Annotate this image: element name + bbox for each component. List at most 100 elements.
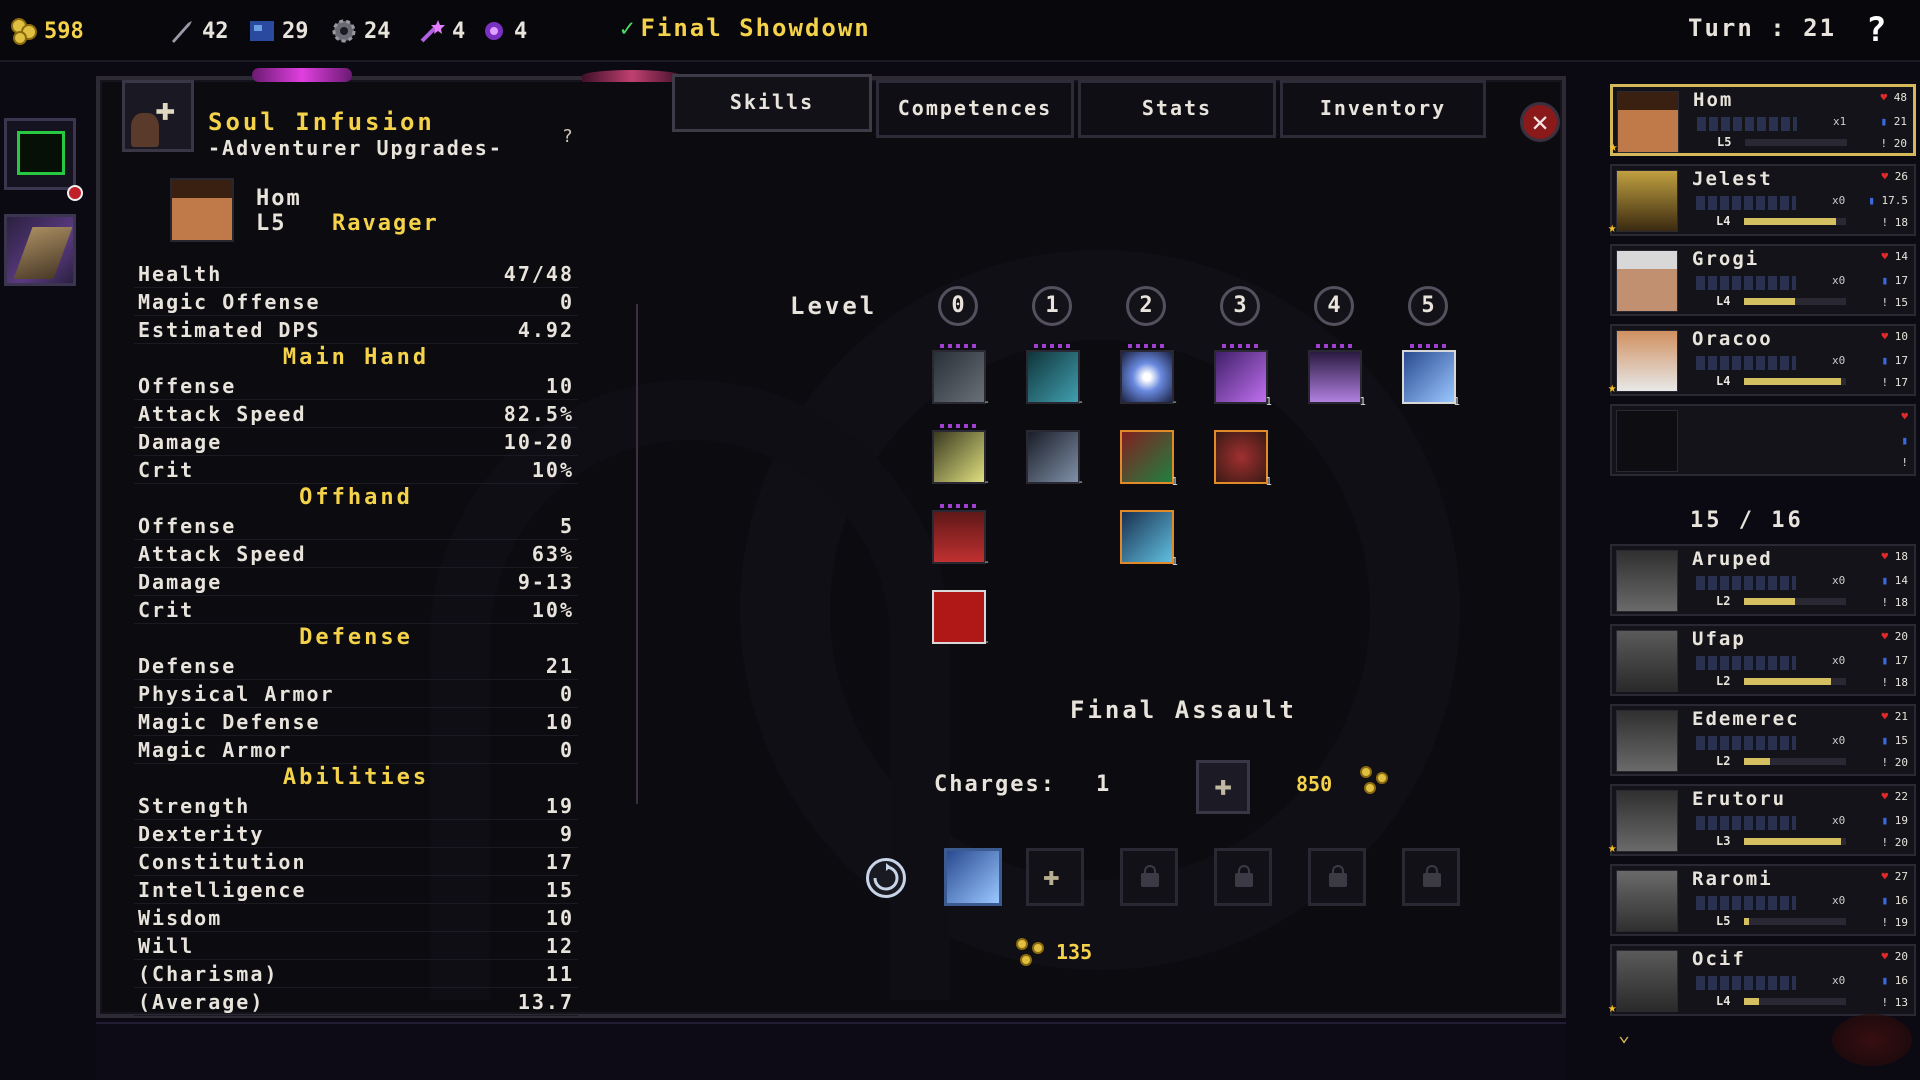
skill-count: 1 [1265, 475, 1272, 488]
party-member-card[interactable]: Oracoo x0 L4 10 17 17 ★ [1608, 324, 1916, 396]
kill-count: x0 [1832, 654, 1846, 667]
buy-charge-button[interactable]: ✚ [1196, 760, 1250, 814]
reserve-member-card[interactable]: Ocif x0 L4 20 16 13 ★ [1608, 944, 1916, 1016]
stat-row: Health 47/48 [134, 260, 578, 288]
stat-label: Intelligence [138, 877, 307, 902]
slot-cost: 135 [1056, 940, 1093, 964]
member-defense: 17.5 [1868, 194, 1909, 207]
selected-skill-name: Final Assault [1070, 696, 1297, 724]
member-hp: 21 [1882, 710, 1908, 723]
member-name: Ufap [1692, 628, 1746, 650]
info-marker[interactable]: ? [562, 126, 573, 147]
rank-dots [940, 504, 980, 508]
health-segments [1696, 976, 1796, 990]
triple-blade-skill-icon[interactable]: - [932, 344, 990, 408]
stat-value: 10-20 [503, 429, 574, 454]
skill-count: - [983, 555, 990, 568]
xp-bar [1744, 598, 1846, 605]
reserve-member-card[interactable]: Erutoru x0 L3 22 19 20 ★ [1608, 784, 1916, 856]
stat-value: 9-13 [517, 569, 574, 594]
tab-competences[interactable]: Competences [876, 80, 1074, 138]
stat-row: Strength 19 [134, 792, 578, 820]
empty-party-slot[interactable] [1610, 404, 1916, 476]
health-segments [1696, 356, 1796, 370]
slash-skill-icon[interactable]: - [1026, 344, 1084, 408]
resource-value: 29 [282, 18, 309, 44]
level-1-marker: 1 [1032, 286, 1072, 326]
reserve-member-card[interactable]: Raromi x0 L5 27 16 19 [1610, 864, 1916, 936]
top-resource-bar: 598 42 29 24 4 4 ✓ Final Showdown Turn : … [0, 0, 1920, 62]
xp-bar [1744, 298, 1846, 305]
stat-label: Crit [138, 457, 195, 482]
current-quest[interactable]: ✓ Final Showdown [620, 14, 871, 42]
member-hp: 20 [1882, 950, 1908, 963]
star-icon: ★ [1608, 380, 1617, 396]
stat-label: Strength [138, 793, 251, 818]
skill-count: - [1171, 395, 1178, 408]
stat-value: 21 [545, 653, 574, 678]
close-button[interactable]: ✕ [1520, 102, 1560, 142]
panel-title: Soul Infusion [208, 108, 435, 136]
locked-slot[interactable] [1120, 848, 1178, 906]
stat-value: 12 [545, 933, 574, 958]
quick-slot-weapon[interactable] [4, 214, 76, 286]
health-segments [1696, 656, 1796, 670]
resource-value: 4 [514, 18, 528, 44]
crossed-blades-skill-icon[interactable]: 1 [1402, 344, 1460, 408]
party-member-card[interactable]: Hom x1 L5 48 21 20 ★ [1609, 84, 1916, 156]
stat-value: 19 [545, 793, 574, 818]
plus-icon: ✚ [1213, 768, 1233, 803]
arrow-swap-skill-icon[interactable]: - [932, 424, 990, 488]
resource-counter: 24 [330, 14, 391, 48]
red-banner-skill-icon[interactable]: - [932, 590, 990, 648]
rank-dots [1222, 344, 1262, 348]
holy-sword-skill-icon[interactable]: 1 [1308, 344, 1366, 408]
member-name: Ocif [1692, 948, 1746, 970]
skill-count: 1 [1171, 555, 1178, 568]
kill-count: x0 [1832, 354, 1846, 367]
help-button[interactable]: ? [1866, 10, 1886, 50]
reserve-member-card[interactable]: Ufap x0 L2 20 17 18 [1610, 624, 1916, 696]
thin-slash-skill-icon[interactable]: - [1026, 430, 1084, 488]
red-armor-skill-icon[interactable]: - [932, 504, 990, 568]
lightning-skill-icon[interactable]: 1 [1120, 510, 1178, 568]
stat-row: Defense 21 [134, 652, 578, 680]
soul-infusion-panel: ✚ Soul Infusion -Adventurer Upgrades- ? … [96, 68, 1566, 1018]
reroll-button[interactable] [866, 858, 906, 898]
tab-skills[interactable]: Skills [672, 74, 872, 132]
add-slot-button[interactable]: ✚ [1026, 848, 1084, 906]
stat-row: Constitution 17 [134, 848, 578, 876]
purple-chain-skill-icon[interactable]: 1 [1214, 344, 1272, 408]
blood-drop-skill-icon[interactable]: 1 [1120, 430, 1178, 488]
party-member-card[interactable]: Jelest x0 L4 26 17.5 18 ★ [1608, 164, 1916, 236]
locked-slot[interactable] [1402, 848, 1460, 906]
reserve-member-card[interactable]: Aruped x0 L2 18 14 18 [1610, 544, 1916, 616]
reserve-member-card[interactable]: Edemerec x0 L2 21 15 20 [1610, 704, 1916, 776]
member-will: 19 [1882, 916, 1908, 929]
burst-skill-icon[interactable]: - [1120, 344, 1178, 408]
locked-slot[interactable] [1308, 848, 1366, 906]
member-name: Raromi [1692, 868, 1773, 890]
skill-count: - [1077, 475, 1084, 488]
xp-bar [1744, 838, 1846, 845]
stat-row: Crit 10% [134, 596, 578, 624]
sword-icon [168, 17, 196, 45]
empty-avatar [1616, 410, 1678, 472]
level-5-marker: 5 [1408, 286, 1448, 326]
equipped-skill-slot[interactable] [944, 848, 1002, 906]
stat-row: Intelligence 15 [134, 876, 578, 904]
level-2-marker: 2 [1126, 286, 1166, 326]
avatar [1616, 330, 1678, 392]
party-count: 15 / 16 [1690, 508, 1804, 533]
quick-slot-map[interactable] [4, 118, 83, 201]
tab-inventory[interactable]: Inventory [1280, 80, 1486, 138]
member-defense: 16 [1882, 894, 1908, 907]
tab-stats[interactable]: Stats [1078, 80, 1276, 138]
locked-slot[interactable] [1214, 848, 1272, 906]
kill-count: x0 [1832, 734, 1846, 747]
dark-orb-skill-icon[interactable]: 1 [1214, 430, 1272, 488]
stat-value: 0 [559, 681, 574, 706]
scroll-down-chevron-icon[interactable]: ⌄ [1618, 1022, 1630, 1046]
party-member-card[interactable]: Grogi x0 L4 14 17 15 [1610, 244, 1916, 316]
stat-value: 13.7 [517, 989, 574, 1014]
